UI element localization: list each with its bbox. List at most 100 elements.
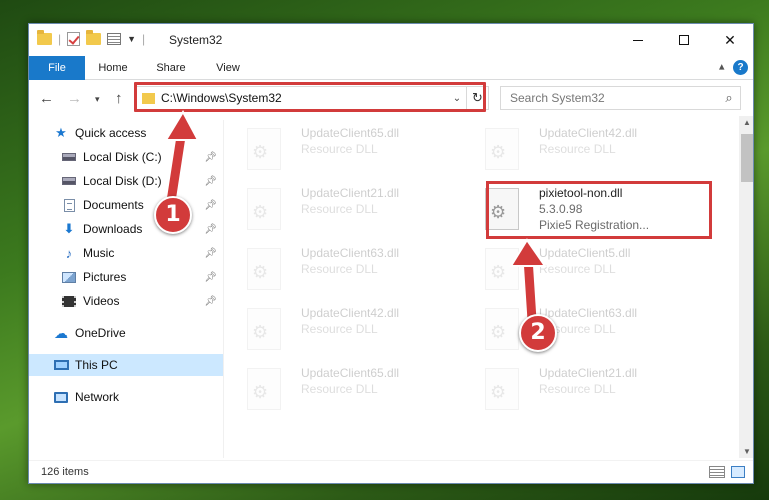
pin-icon[interactable]: 📌︎ <box>204 176 217 187</box>
sidebar-item-local-disk-c[interactable]: Local Disk (C:) 📌︎ <box>29 146 223 168</box>
minimize-icon <box>633 39 643 41</box>
dll-file-icon <box>485 248 519 290</box>
maximize-icon <box>679 35 689 45</box>
pane-divider[interactable] <box>223 120 224 458</box>
file-highlight <box>486 181 712 239</box>
tab-file[interactable]: File <box>29 56 85 80</box>
pin-icon[interactable]: 📌︎ <box>204 248 217 259</box>
title-bar: | ▼ | System32 ✕ <box>29 24 753 56</box>
back-arrow-icon[interactable]: ← <box>39 90 54 107</box>
sidebar-item-onedrive[interactable]: ☁ OneDrive <box>29 322 223 344</box>
file-description: Resource DLL <box>301 142 378 156</box>
sidebar-item-documents[interactable]: Documents 📌︎ <box>29 194 223 216</box>
sidebar-item-label: Local Disk (D:) <box>83 174 162 188</box>
quick-access-toolbar: | ▼ | <box>37 30 146 46</box>
file-description: Resource DLL <box>301 202 378 216</box>
folder-icon[interactable] <box>37 30 52 45</box>
file-name: UpdateClient42.dll <box>301 306 400 320</box>
sidebar-item-this-pc[interactable]: This PC <box>29 354 223 376</box>
dll-file-icon <box>485 308 519 350</box>
search-icon[interactable]: ⌕ <box>718 90 740 106</box>
sidebar-item-label: Documents <box>83 198 144 212</box>
recent-locations-chevron-icon[interactable]: ▾ <box>95 94 100 105</box>
sidebar-item-music[interactable]: ♪ Music 📌︎ <box>29 242 223 264</box>
properties-icon[interactable] <box>107 33 122 45</box>
file-tile[interactable]: UpdateClient42.dll Resource DLL <box>229 302 459 358</box>
onedrive-icon: ☁ <box>54 324 68 341</box>
sidebar-item-label: OneDrive <box>75 326 126 340</box>
status-bar: 126 items <box>29 460 753 483</box>
properties-check-icon[interactable] <box>67 32 81 46</box>
pin-icon[interactable]: 📌︎ <box>204 224 217 235</box>
file-tile[interactable]: UpdateClient63.dll Resource DLL <box>229 242 459 298</box>
maximize-button[interactable] <box>661 24 707 56</box>
tab-view[interactable]: View <box>207 56 249 80</box>
sidebar-item-pictures[interactable]: Pictures 📌︎ <box>29 266 223 288</box>
dll-file-icon <box>485 128 519 170</box>
dll-file-icon <box>247 188 281 230</box>
sidebar-item-downloads[interactable]: ⬇ Downloads 📌︎ <box>29 218 223 240</box>
item-count: 126 items <box>41 466 89 478</box>
sidebar-item-network[interactable]: Network <box>29 386 223 408</box>
step-2-badge: 2 <box>519 314 557 352</box>
pin-icon[interactable]: 📌︎ <box>204 296 217 307</box>
this-pc-icon <box>53 358 69 372</box>
file-name: UpdateClient65.dll <box>301 366 400 380</box>
customize-toolbar-chevron-icon[interactable]: ▼ <box>127 34 136 44</box>
pictures-icon <box>61 270 77 284</box>
file-name: UpdateClient21.dll <box>301 186 400 200</box>
pin-icon[interactable]: 📌︎ <box>204 272 217 283</box>
sidebar-item-label: This PC <box>75 358 118 372</box>
scroll-up-arrow-icon[interactable]: ▲ <box>739 118 753 127</box>
dll-file-icon <box>247 248 281 290</box>
network-icon <box>53 390 69 404</box>
file-tile[interactable]: UpdateClient21.dll Resource DLL <box>467 362 697 418</box>
sidebar-item-label: Pictures <box>83 270 127 284</box>
caption-buttons: ✕ <box>615 24 753 56</box>
file-tile[interactable]: UpdateClient5.dll Resource DLL <box>467 242 697 298</box>
dll-file-icon <box>247 368 281 410</box>
sidebar-item-label: Videos <box>83 294 120 308</box>
sidebar-item-videos[interactable]: Videos 📌︎ <box>29 290 223 312</box>
separator: | <box>142 32 146 46</box>
minimize-button[interactable] <box>615 24 661 56</box>
sidebar-item-label: Quick access <box>75 126 147 140</box>
file-tile[interactable]: UpdateClient21.dll Resource DLL <box>229 182 459 238</box>
sidebar-item-quick-access[interactable]: ★ Quick access <box>29 122 223 144</box>
forward-arrow-icon[interactable]: → <box>67 90 82 107</box>
pin-icon[interactable]: 📌︎ <box>204 200 217 211</box>
file-name: UpdateClient5.dll <box>539 246 631 260</box>
star-icon: ★ <box>55 125 67 140</box>
new-folder-icon[interactable] <box>86 30 102 45</box>
file-description: Resource DLL <box>301 262 378 276</box>
file-tile[interactable]: UpdateClient42.dll Resource DLL <box>467 122 697 178</box>
expand-ribbon-chevron-icon[interactable]: ▾ <box>719 61 725 74</box>
disk-icon <box>61 150 77 164</box>
large-icons-view-icon[interactable] <box>731 466 745 478</box>
tab-home[interactable]: Home <box>91 56 135 80</box>
videos-icon <box>61 294 77 308</box>
search-box[interactable]: Search System32 ⌕ <box>500 86 741 110</box>
window-title: System32 <box>169 33 223 47</box>
file-description: Resource DLL <box>539 142 616 156</box>
scroll-thumb[interactable] <box>741 134 753 182</box>
file-tile[interactable]: UpdateClient63.dll Resource DLL <box>467 302 697 358</box>
vertical-scrollbar[interactable]: ▲ ▼ <box>739 116 753 458</box>
file-list: UpdateClient65.dll Resource DLL UpdateCl… <box>225 116 739 458</box>
disk-icon <box>61 174 77 188</box>
file-name: UpdateClient65.dll <box>301 126 400 140</box>
help-icon[interactable]: ? <box>733 60 748 75</box>
details-view-icon[interactable] <box>709 466 725 478</box>
close-button[interactable]: ✕ <box>707 24 753 56</box>
file-tile[interactable]: UpdateClient65.dll Resource DLL <box>229 362 459 418</box>
separator: | <box>58 32 62 46</box>
scroll-down-arrow-icon[interactable]: ▼ <box>739 447 753 456</box>
dll-file-icon <box>247 308 281 350</box>
search-input[interactable]: Search System32 <box>510 91 718 105</box>
tab-share[interactable]: Share <box>147 56 195 80</box>
pin-icon[interactable]: 📌︎ <box>204 152 217 163</box>
up-arrow-icon[interactable]: ↑ <box>115 90 123 107</box>
dll-file-icon <box>247 128 281 170</box>
file-tile[interactable]: UpdateClient65.dll Resource DLL <box>229 122 459 178</box>
sidebar-item-local-disk-d[interactable]: Local Disk (D:) 📌︎ <box>29 170 223 192</box>
